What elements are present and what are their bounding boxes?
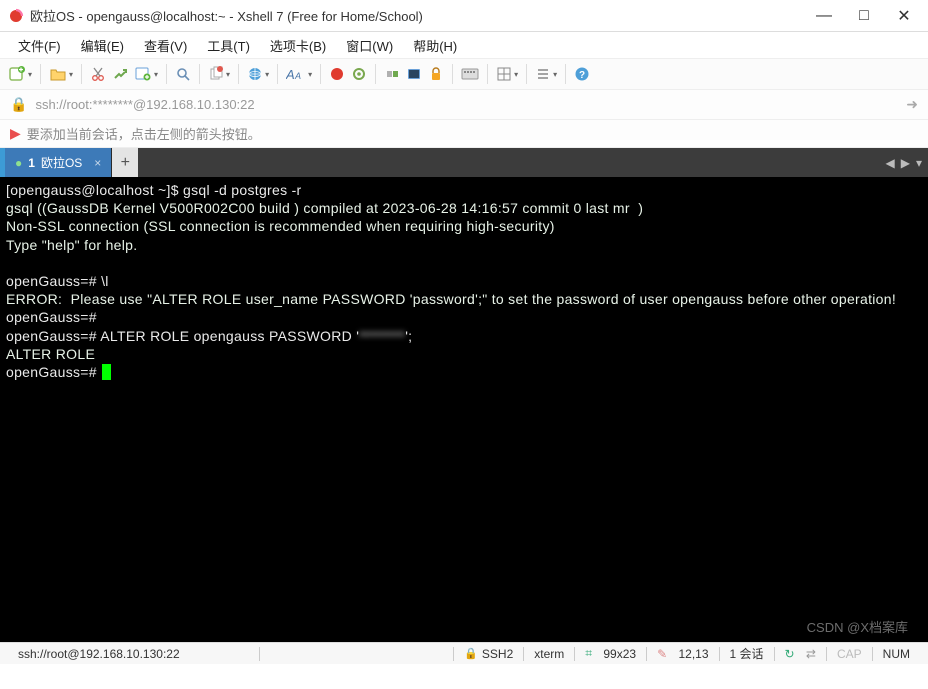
toolbar: ▾ ▾ ▾ ▾ ▾ AA▾ ▾ ▾ ? [0, 58, 928, 90]
toolbar-separator [526, 64, 527, 84]
window-controls: — □ ✕ [814, 6, 920, 26]
disconnect-button[interactable] [382, 64, 402, 84]
lock-button[interactable] [426, 64, 446, 84]
status-cap: CAP [827, 647, 872, 661]
hint-text: 要添加当前会话，点击左侧的箭头按钮。 [27, 124, 261, 143]
menu-item[interactable]: 窗口(W) [336, 33, 403, 58]
close-button[interactable]: ✕ [894, 6, 914, 26]
app-icon [8, 8, 24, 24]
menu-item[interactable]: 选项卡(B) [260, 33, 336, 58]
status-num: NUM [873, 647, 920, 661]
lock-icon: 🔒 [10, 96, 27, 113]
titlebar: 欧拉OS - opengauss@localhost:~ - Xshell 7 … [0, 0, 928, 32]
toolbar-separator [238, 64, 239, 84]
keyboard-button[interactable] [459, 65, 481, 83]
terminal-line [6, 254, 922, 272]
terminal-line: openGauss=# [6, 363, 922, 381]
tab-active[interactable]: ● 1 欧拉OS × [5, 148, 112, 177]
status-sessions: 1 会话 [720, 645, 774, 662]
toolbar-separator [40, 64, 41, 84]
connect-button[interactable] [110, 64, 130, 84]
maximize-button[interactable]: □ [854, 7, 874, 25]
cut-button[interactable] [88, 64, 108, 84]
toolbar-separator [565, 64, 566, 84]
statusbar: ssh://root@192.168.10.130:22 🔒SSH2 xterm… [0, 642, 928, 664]
menu-item[interactable]: 工具(T) [197, 33, 260, 58]
terminal-line: [opengauss@localhost ~]$ gsql -d postgre… [6, 181, 922, 199]
globe-button[interactable]: ▾ [245, 64, 271, 84]
svg-text:A: A [294, 71, 301, 81]
terminal-line: Non-SSL connection (SSL connection is re… [6, 217, 922, 235]
menubar: 文件(F)编辑(E)查看(V)工具(T)选项卡(B)窗口(W)帮助(H) [0, 32, 928, 58]
tabstrip-nav: ◀ ▶ ▾ [886, 148, 923, 177]
lock-icon: 🔒 [464, 647, 478, 660]
status-protocol: 🔒SSH2 [454, 647, 523, 661]
tab-index: 1 [28, 156, 35, 170]
menu-item[interactable]: 文件(F) [8, 33, 71, 58]
tab-add-button[interactable]: + [112, 148, 138, 177]
status-term: xterm [524, 647, 574, 661]
svg-text:?: ? [579, 70, 585, 81]
properties-button[interactable]: ▾ [132, 63, 160, 85]
flag-icon: ▶ [10, 125, 21, 142]
menu-item[interactable]: 帮助(H) [403, 33, 467, 58]
xshell-button[interactable] [327, 64, 347, 84]
tab-label: 欧拉OS [41, 154, 82, 171]
tab-menu-button[interactable]: ▾ [916, 156, 922, 170]
toolbar-separator [320, 64, 321, 84]
open-button[interactable]: ▾ [47, 63, 75, 85]
tab-next-button[interactable]: ▶ [901, 156, 910, 170]
terminal-line: ERROR: Please use "ALTER ROLE user_name … [6, 290, 922, 308]
window-title: 欧拉OS - opengauss@localhost:~ - Xshell 7 … [30, 6, 814, 25]
menu-item[interactable]: 查看(V) [134, 33, 197, 58]
terminal-line: gsql ((GaussDB Kernel V500R002C00 build … [6, 199, 922, 217]
toolbar-separator [375, 64, 376, 84]
arrow-right-icon[interactable]: ➜ [906, 96, 918, 113]
address-text[interactable]: ssh://root:********@192.168.10.130:22 [35, 97, 898, 112]
status-size: ⌗ 99x23 [575, 646, 646, 661]
terminal-line: openGauss=# ALTER ROLE opengauss PASSWOR… [6, 327, 922, 345]
terminal-area: [opengauss@localhost ~]$ gsql -d postgre… [0, 177, 928, 642]
font-button[interactable]: AA▾ [284, 64, 314, 84]
terminal-line: openGauss=# \l [6, 272, 922, 290]
help-button[interactable]: ? [572, 64, 592, 84]
terminal-line: Type "help" for help. [6, 236, 922, 254]
toolbar-separator [81, 64, 82, 84]
layout-button[interactable]: ▾ [494, 64, 520, 84]
terminal-button[interactable] [404, 64, 424, 84]
status-cursor: ✎ 12,13 [647, 647, 718, 661]
minimize-button[interactable]: — [814, 7, 834, 25]
tab-status-dot: ● [15, 156, 22, 170]
terminal[interactable]: [opengauss@localhost ~]$ gsql -d postgre… [0, 177, 928, 642]
new-session-button[interactable]: ▾ [6, 63, 34, 85]
tabstrip: ● 1 欧拉OS × + ◀ ▶ ▾ [0, 148, 928, 177]
svg-text:A: A [286, 67, 295, 82]
status-reconnect[interactable]: ↻ ⇄ [775, 647, 826, 661]
hintbar: ▶ 要添加当前会话，点击左侧的箭头按钮。 [0, 120, 928, 148]
addressbar: 🔒 ssh://root:********@192.168.10.130:22 … [0, 90, 928, 120]
toolbar-separator [452, 64, 453, 84]
tab-prev-button[interactable]: ◀ [886, 156, 895, 170]
toolbar-separator [277, 64, 278, 84]
search-button[interactable] [173, 64, 193, 84]
status-connection: ssh://root@192.168.10.130:22 [8, 647, 259, 661]
toolbar-separator [166, 64, 167, 84]
list-button[interactable]: ▾ [533, 64, 559, 84]
terminal-line: ALTER ROLE [6, 345, 922, 363]
tab-close-button[interactable]: × [94, 156, 101, 170]
gear-button[interactable] [349, 64, 369, 84]
copy-button[interactable]: ▾ [206, 64, 232, 84]
terminal-line: openGauss=# [6, 308, 922, 326]
toolbar-separator [487, 64, 488, 84]
toolbar-separator [199, 64, 200, 84]
menu-item[interactable]: 编辑(E) [71, 33, 134, 58]
